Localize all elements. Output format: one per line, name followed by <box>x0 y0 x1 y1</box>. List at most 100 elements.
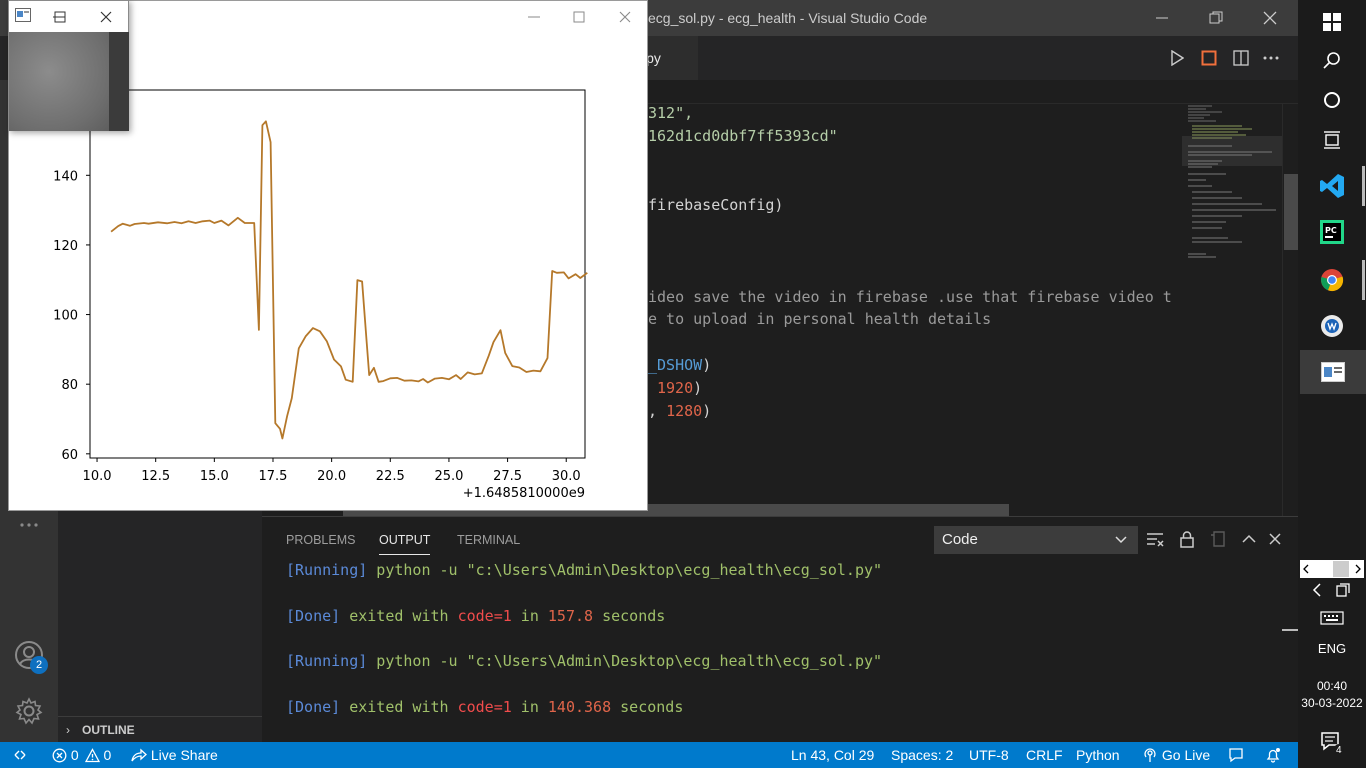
output-bracket: [Running] <box>286 652 368 670</box>
more-actions-button[interactable] <box>1256 36 1286 80</box>
y-tick-label: 140 <box>53 169 78 184</box>
close-button[interactable] <box>1242 0 1298 36</box>
code-string: 162d1cd0dbf7ff5393cd" <box>648 127 838 145</box>
taskbar-pycharm[interactable]: PC <box>1308 210 1356 254</box>
output-text: exited with <box>340 607 458 625</box>
language-mode[interactable]: Python <box>1076 747 1120 763</box>
camera-frame <box>9 32 109 131</box>
indentation[interactable]: Spaces: 2 <box>891 747 953 763</box>
problems-status[interactable]: 0 0 <box>52 747 111 763</box>
ellipsis-icon <box>20 523 38 527</box>
scrollbar-thumb[interactable] <box>1284 174 1298 250</box>
output-channel-select[interactable]: Code <box>934 526 1138 554</box>
camera-maximize-button[interactable] <box>35 3 83 31</box>
clear-all-icon <box>1147 533 1164 547</box>
tab-problems[interactable]: PROBLEMS <box>286 533 355 553</box>
tab-output[interactable]: OUTPUT <box>379 533 431 555</box>
code-line: _DSHOW) <box>648 356 711 374</box>
code-text: ) <box>693 379 703 397</box>
tab-ecg-sol[interactable]: ecg_sol.py <box>640 36 698 80</box>
code-text: firebaseConfig) <box>648 196 784 214</box>
line-ending[interactable]: CRLF <box>1026 747 1063 763</box>
desktop: ecg_sol.py - ecg_health - Visual Studio … <box>0 0 1366 768</box>
output-bracket: [Done] <box>286 698 341 716</box>
gear-icon <box>15 697 43 725</box>
output-command: python -u "c:\Users\Admin\Desktop\ecg_he… <box>367 561 883 579</box>
camera-close-button[interactable] <box>83 3 129 31</box>
restore-button[interactable] <box>1188 0 1244 36</box>
feedback-button[interactable] <box>1228 747 1244 766</box>
vertical-scrollbar[interactable] <box>1282 104 1298 516</box>
app-circle-icon <box>1321 315 1343 337</box>
go-live-button[interactable]: Go Live <box>1142 747 1210 763</box>
output-text: seconds <box>593 607 666 625</box>
keyboard-icon <box>1320 611 1344 625</box>
manage-button[interactable] <box>10 692 48 730</box>
code-line: 162d1cd0dbf7ff5393cd" <box>648 127 838 145</box>
maximize-panel-button[interactable] <box>1238 528 1260 550</box>
notifications-button[interactable] <box>1265 747 1281 766</box>
output-bracket: [Running] <box>286 561 368 579</box>
close-panel-button[interactable] <box>1264 528 1286 550</box>
taskbar-python-window[interactable] <box>1300 350 1366 394</box>
task-view-icon <box>1324 131 1340 149</box>
open-file-icon <box>1211 531 1225 547</box>
x-tick-label: 30.0 <box>552 469 581 484</box>
action-center-button[interactable]: 4 <box>1308 720 1356 764</box>
play-icon <box>1171 50 1184 66</box>
close-icon <box>100 11 112 23</box>
minimap-viewport[interactable] <box>1182 136 1282 166</box>
feedback-icon <box>1229 748 1243 763</box>
taskbar-vscode[interactable] <box>1308 164 1356 208</box>
remote-button[interactable] <box>0 742 40 768</box>
output-line: [Running] python -u "c:\Users\Admin\Desk… <box>286 652 882 670</box>
x-tick-label: 17.5 <box>259 469 288 484</box>
clear-output-button[interactable] <box>1144 528 1166 550</box>
code-line: ideo save the video in firebase .use tha… <box>648 288 1172 306</box>
clock-time[interactable]: 00:40 <box>1298 679 1366 693</box>
taskbar-app[interactable] <box>1308 304 1356 348</box>
code-text: ) <box>702 356 712 374</box>
svg-text:PC: PC <box>1325 226 1337 235</box>
x-axis: 10.0 12.5 15.0 17.5 20.0 22.5 25.0 27.5 30.0 <box>83 458 581 484</box>
cursor-position[interactable]: Ln 43, Col 29 <box>791 747 874 763</box>
remote-icon <box>14 750 26 760</box>
chevron-left-icon <box>1312 583 1321 597</box>
minimize-button[interactable] <box>1134 0 1190 36</box>
stop-button[interactable] <box>1194 36 1224 80</box>
outline-section-header[interactable]: › OUTLINE <box>58 716 262 742</box>
chevron-down-icon <box>1115 536 1127 544</box>
taskbar: PC ENG 00:40 30-03-2022 4 <box>1298 0 1366 768</box>
touch-keyboard-button[interactable] <box>1308 596 1356 640</box>
code-line: 1920) <box>648 379 702 397</box>
open-log-button[interactable] <box>1208 528 1230 550</box>
stop-icon <box>1201 50 1217 66</box>
panel-scroll-indicator[interactable] <box>1282 629 1298 631</box>
encoding[interactable]: UTF-8 <box>969 747 1009 763</box>
output-bracket: [Done] <box>286 607 341 625</box>
output-line: [Done] exited with code=1 in 157.8 secon… <box>286 607 665 625</box>
live-share-button[interactable]: Live Share <box>131 747 218 763</box>
pycharm-logo-icon: PC <box>1320 220 1344 244</box>
run-button[interactable] <box>1162 36 1192 80</box>
output-line: [Done] exited with code=1 in 140.368 sec… <box>286 698 683 716</box>
more-views-button[interactable] <box>10 506 48 544</box>
x-tick-label: 22.5 <box>376 469 405 484</box>
input-language[interactable]: ENG <box>1298 641 1366 656</box>
search-button[interactable] <box>1308 38 1356 82</box>
taskbar-chrome[interactable] <box>1308 258 1356 302</box>
task-view-button[interactable] <box>1308 118 1356 162</box>
clock-date[interactable]: 30-03-2022 <box>1298 696 1366 710</box>
code-line: e to upload in personal health details <box>648 310 991 328</box>
lock-scroll-button[interactable] <box>1176 528 1198 550</box>
restore-icon <box>1209 11 1223 24</box>
minimap[interactable] <box>1182 104 1282 516</box>
output-text: exited with <box>340 698 458 716</box>
broadcast-icon <box>1144 748 1156 762</box>
chrome-logo-icon <box>1321 269 1344 292</box>
series-line-heart-rate <box>110 120 588 440</box>
split-editor-button[interactable] <box>1226 36 1256 80</box>
cortana-icon <box>1324 92 1340 108</box>
cortana-button[interactable] <box>1308 78 1356 122</box>
tab-terminal[interactable]: TERMINAL <box>457 533 520 553</box>
